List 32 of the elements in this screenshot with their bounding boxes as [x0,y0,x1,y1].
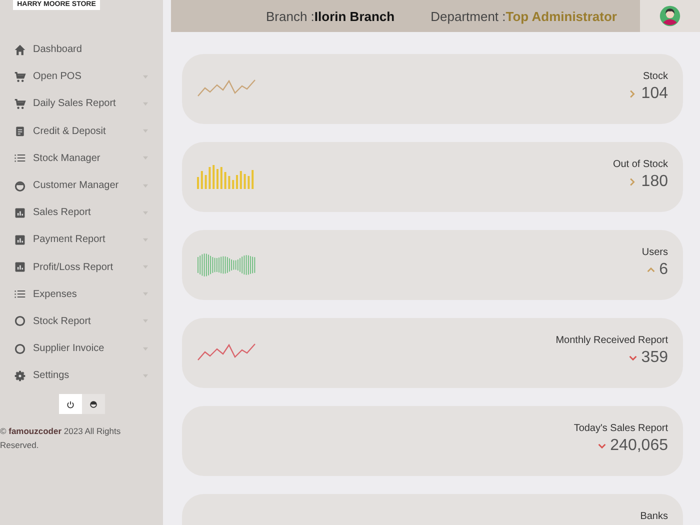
sidebar-item[interactable]: Settings [0,362,163,390]
sidebar-item[interactable]: Open POS [0,63,163,90]
card-title: Stock [642,71,668,82]
sidebar-item[interactable]: Sales Report [0,199,163,226]
sidebar-item[interactable]: Profit/Loss Report [0,254,163,281]
card-title: Users [642,247,668,258]
copyright-text: © famouzcoder 2023 All Rights Reserved. [0,425,122,452]
card-title: Banks [640,511,668,522]
sidebar-item[interactable]: Daily Sales Report [0,90,163,118]
sidebar-item[interactable]: Credit & Deposit [0,118,163,145]
power-button[interactable] [58,394,82,414]
card-title: Today's Sales Report [574,423,668,434]
card-value: 359 [641,349,668,367]
sidebar-item[interactable]: Expenses [0,280,163,308]
card-value: 6 [659,261,668,279]
card-value: 180 [641,173,668,191]
avatar-icon[interactable] [659,5,681,27]
card-value: 104 [641,85,668,103]
sidebar-item[interactable]: Dashboard [0,36,163,64]
half-circle-icon [88,400,98,409]
theme-button[interactable] [82,394,104,414]
branch-text: Branch :Ilorin Branch [266,8,395,24]
sidebar-item[interactable]: Stock Manager [0,144,163,172]
department-text: Department :Top Administrator [430,8,617,24]
sidebar-item[interactable]: Stock Report [0,308,163,336]
card-title: Monthly Received Report [556,335,668,346]
sidebar-item[interactable]: Payment Report [0,226,163,254]
card-title: Out of Stock [612,159,668,170]
sidebar-item[interactable]: Supplier Invoice [0,335,163,362]
power-icon [66,400,74,409]
sidebar-item[interactable]: Customer Manager [0,172,163,200]
card-value: 240,065 [610,437,668,455]
